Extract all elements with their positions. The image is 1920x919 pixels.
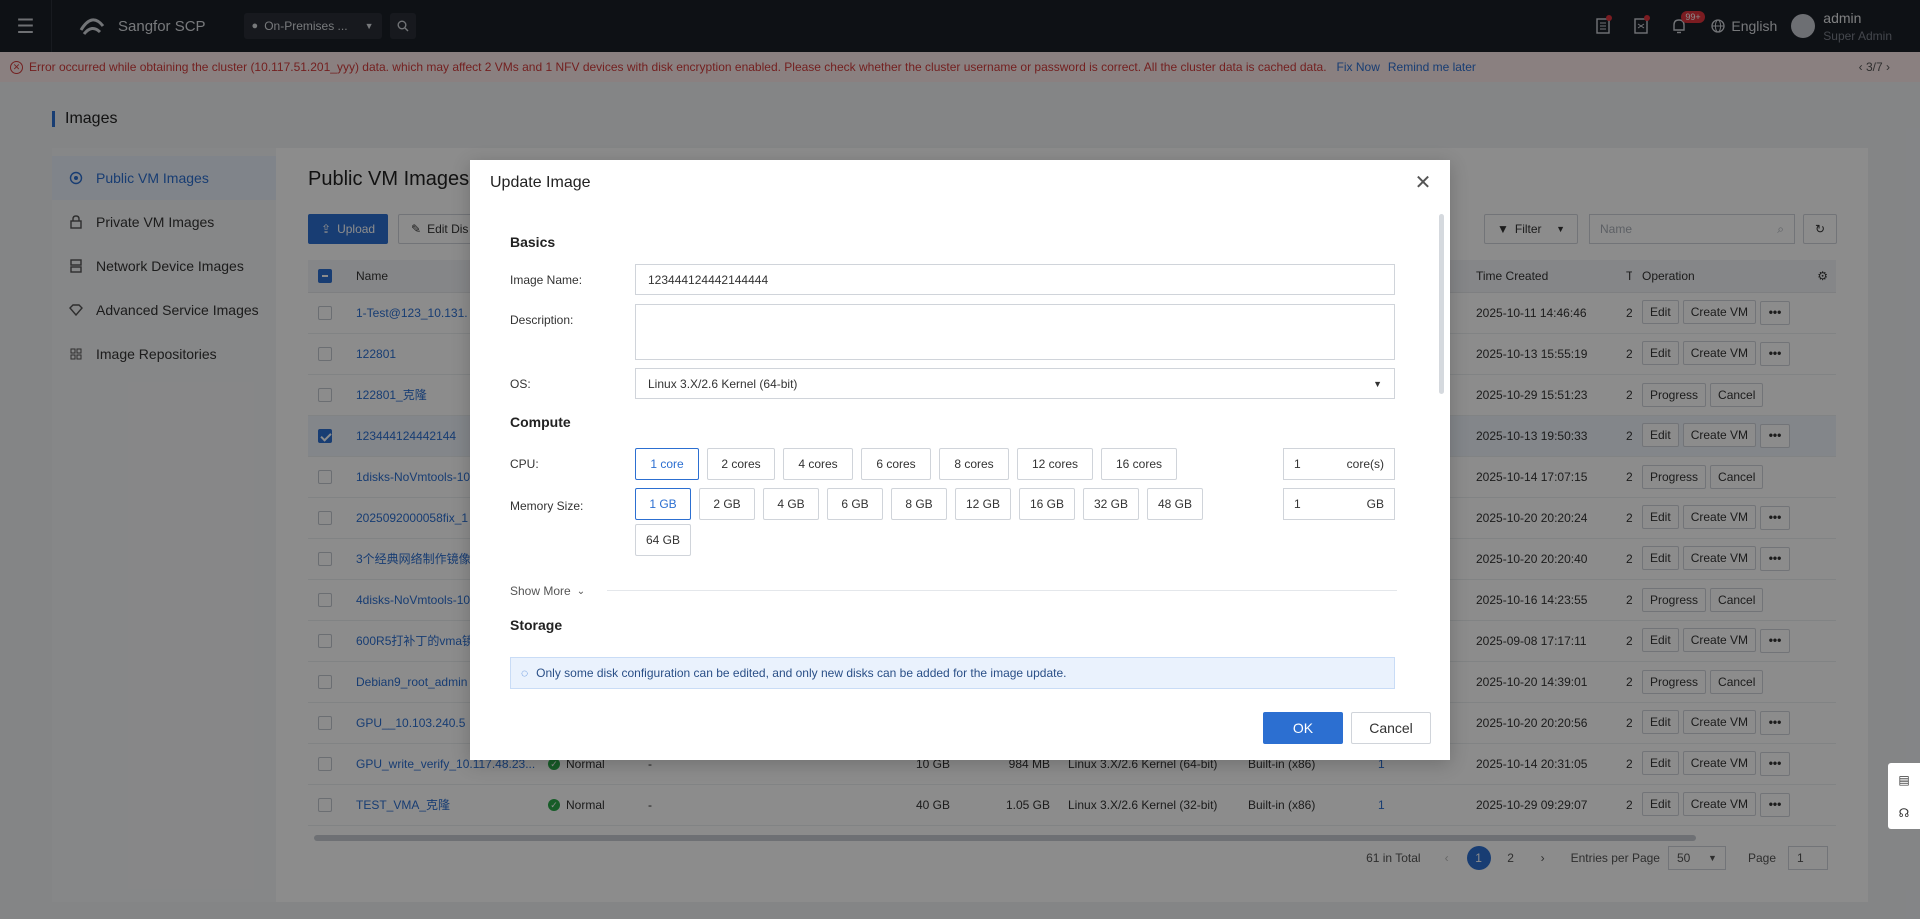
show-more-toggle[interactable]: Show More ⌄ <box>510 584 585 598</box>
support-icon[interactable]: ☊ <box>1899 806 1910 820</box>
memory-unit: GB <box>1366 497 1384 511</box>
cpu-option[interactable]: 4 cores <box>783 448 853 480</box>
cancel-button[interactable]: Cancel <box>1351 712 1431 744</box>
cpu-value: 1 <box>1294 457 1301 471</box>
os-label: OS: <box>510 377 531 391</box>
dialog-title: Update Image <box>490 174 591 191</box>
update-image-dialog: Update Image ✕ Basics Image Name: 123444… <box>470 160 1450 760</box>
os-value: Linux 3.X/2.6 Kernel (64-bit) <box>648 376 798 391</box>
description-input[interactable] <box>635 304 1395 360</box>
cpu-option[interactable]: 6 cores <box>861 448 931 480</box>
image-name-label: Image Name: <box>510 273 583 287</box>
show-more-label: Show More <box>510 584 571 598</box>
dialog-scrollbar[interactable] <box>1439 214 1444 394</box>
os-select[interactable]: Linux 3.X/2.6 Kernel (64-bit) ▼ <box>635 368 1395 399</box>
memory-input[interactable]: 1 GB <box>1283 488 1395 520</box>
doc-icon[interactable]: ▤ <box>1898 773 1909 787</box>
cpu-option[interactable]: 1 core <box>635 448 699 480</box>
ok-button[interactable]: OK <box>1263 712 1343 744</box>
memory-option[interactable]: 2 GB <box>699 488 755 520</box>
memory-option[interactable]: 4 GB <box>763 488 819 520</box>
lightbulb-icon: ◌ <box>521 666 529 680</box>
cpu-label: CPU: <box>510 457 539 471</box>
memory-option[interactable]: 16 GB <box>1019 488 1075 520</box>
storage-info-banner: ◌ Only some disk configuration can be ed… <box>510 657 1395 689</box>
cpu-option[interactable]: 12 cores <box>1017 448 1093 480</box>
cpu-unit: core(s) <box>1346 457 1384 471</box>
storage-info-text: Only some disk configuration can be edit… <box>536 666 1067 680</box>
image-name-input[interactable]: 123444124442144444 <box>635 264 1395 295</box>
cpu-option[interactable]: 8 cores <box>939 448 1009 480</box>
memory-option[interactable]: 8 GB <box>891 488 947 520</box>
compute-heading: Compute <box>510 414 571 430</box>
chevron-down-icon: ⌄ <box>576 585 586 597</box>
basics-heading: Basics <box>510 234 556 250</box>
memory-option[interactable]: 6 GB <box>827 488 883 520</box>
floating-tools: ▤ ☊ <box>1888 763 1920 829</box>
chevron-down-icon: ▼ <box>1373 378 1382 389</box>
cpu-option[interactable]: 16 cores <box>1101 448 1177 480</box>
cpu-option[interactable]: 2 cores <box>707 448 775 480</box>
show-more-divider <box>607 590 1397 591</box>
memory-label: Memory Size: <box>510 499 584 513</box>
close-icon[interactable]: ✕ <box>1414 173 1432 193</box>
description-label: Description: <box>510 313 574 327</box>
memory-option[interactable]: 64 GB <box>635 524 691 556</box>
memory-option[interactable]: 32 GB <box>1083 488 1139 520</box>
memory-option[interactable]: 1 GB <box>635 488 691 520</box>
cpu-input[interactable]: 1 core(s) <box>1283 448 1395 480</box>
memory-value: 1 <box>1294 497 1301 511</box>
memory-option[interactable]: 48 GB <box>1147 488 1203 520</box>
memory-option[interactable]: 12 GB <box>955 488 1011 520</box>
storage-heading: Storage <box>510 617 563 633</box>
